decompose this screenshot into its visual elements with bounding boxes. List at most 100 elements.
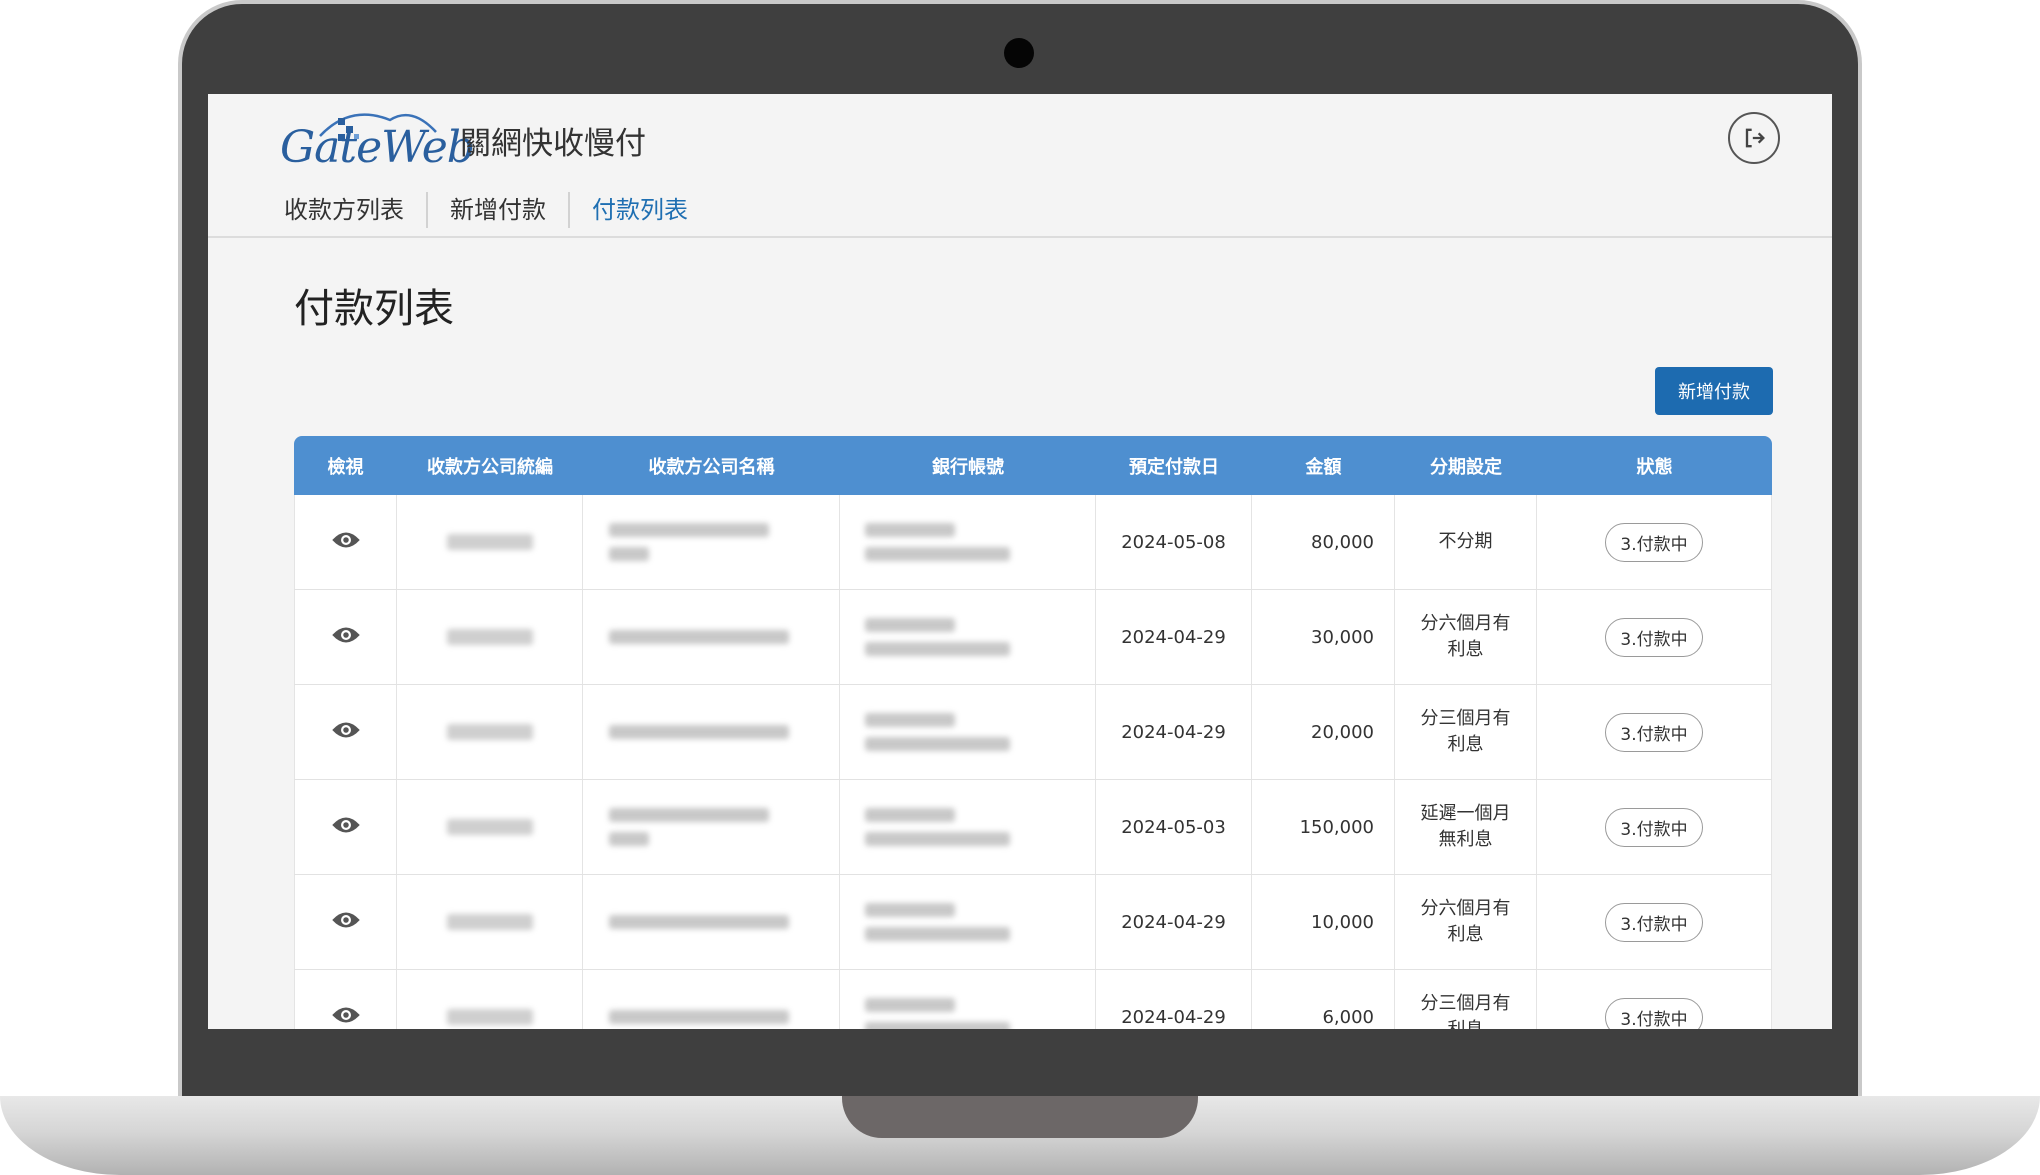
view-cell (294, 495, 397, 589)
amount-cell: 6,000 (1252, 970, 1395, 1029)
nav-new-payment[interactable]: 新增付款 (428, 192, 570, 228)
redacted-account (865, 998, 1070, 1029)
app-name: 關網快收慢付 (460, 126, 646, 162)
header-status: 狀態 (1636, 456, 1673, 478)
logout-button[interactable] (1728, 112, 1780, 164)
eye-icon[interactable] (331, 529, 361, 556)
table-row: 2024-05-03 150,000 延遲一個月 無利息 3.付款中 (294, 780, 1772, 875)
status-badge: 3.付款中 (1605, 902, 1703, 942)
installment-line: 分三個月有 (1420, 708, 1511, 729)
status-badge: 3.付款中 (1605, 617, 1703, 657)
redacted-account (865, 618, 1070, 656)
amount-cell: 150,000 (1252, 780, 1395, 874)
redacted-name (608, 808, 814, 846)
add-payment-button[interactable]: 新增付款 (1655, 367, 1773, 415)
nav-payee-list[interactable]: 收款方列表 (284, 192, 428, 228)
installment-cell: 分三個月有利息 (1395, 970, 1537, 1029)
payee-name-cell (583, 875, 840, 969)
installment-cell: 延遲一個月 無利息 (1395, 780, 1537, 874)
logout-icon (1745, 128, 1765, 148)
status-badge: 3.付款中 (1605, 712, 1703, 752)
status-cell: 3.付款中 (1537, 495, 1772, 589)
payee-tax-id-cell (397, 780, 583, 874)
installment-cell: 分六個月有 利息 (1395, 875, 1537, 969)
amount-cell: 80,000 (1252, 495, 1395, 589)
payee-tax-id-cell (397, 590, 583, 684)
nav-payment-list[interactable]: 付款列表 (570, 192, 710, 228)
table-row: 2024-05-08 80,000 不分期 3.付款中 (294, 495, 1772, 590)
status-badge: 3.付款中 (1605, 807, 1703, 847)
payee-tax-id-cell (397, 495, 583, 589)
table-row: 2024-04-296,000分三個月有利息3.付款中 (294, 970, 1772, 1029)
payment-date-cell: 2024-04-29 (1096, 685, 1252, 779)
redacted-name (608, 630, 814, 644)
redacted-name (608, 523, 814, 561)
eye-icon[interactable] (331, 624, 361, 651)
header-bank-account: 銀行帳號 (932, 456, 1004, 478)
payee-name-cell (583, 495, 840, 589)
header-amount: 金額 (1305, 456, 1342, 478)
camera-dot (1004, 38, 1034, 68)
main-nav: 收款方列表 新增付款 付款列表 (284, 190, 710, 230)
header-view: 檢視 (327, 456, 364, 478)
payee-name-cell (583, 685, 840, 779)
bank-account-cell (840, 590, 1096, 684)
payee-name-cell (583, 780, 840, 874)
amount-cell: 10,000 (1252, 875, 1395, 969)
eye-icon[interactable] (331, 1004, 361, 1030)
redacted-account (865, 808, 1070, 846)
status-cell: 3.付款中 (1537, 590, 1772, 684)
redacted-account (865, 903, 1070, 941)
payee-tax-id-cell (397, 685, 583, 779)
header: GateWeb 關網快收慢付 收款方列表 新增付款 付款列表 (208, 94, 1832, 238)
payment-date-cell: 2024-04-29 (1096, 970, 1252, 1029)
app-screen: GateWeb 關網快收慢付 收款方列表 新增付款 付款列表 付款列表 新增付款… (208, 94, 1832, 1029)
table-row: 2024-04-29 20,000 分三個月有 利息 3.付款中 (294, 685, 1772, 780)
redacted-account (865, 523, 1070, 561)
payment-date-cell: 2024-05-08 (1096, 495, 1252, 589)
status-cell: 3.付款中 (1537, 685, 1772, 779)
bank-account-cell (840, 685, 1096, 779)
installment-cell: 分三個月有利息 (1395, 685, 1537, 779)
status-cell: 3.付款中 (1537, 780, 1772, 874)
redacted-name (608, 1010, 814, 1024)
redacted-tax-id (446, 819, 533, 835)
status-badge: 3.付款中 (1605, 522, 1703, 562)
table-header: 檢視 收款方公司統編 收款方公司名稱 銀行帳號 預定付款日 金額 分期設定 狀態 (294, 436, 1772, 495)
redacted-name (608, 915, 814, 929)
redacted-tax-id (446, 914, 533, 930)
view-cell (294, 970, 397, 1029)
header-payee-name: 收款方公司名稱 (648, 456, 775, 478)
status-cell: 3.付款中 (1537, 970, 1772, 1029)
eye-icon[interactable] (331, 719, 361, 746)
view-cell (294, 590, 397, 684)
installment-cell: 分六個月有 利息 (1395, 590, 1537, 684)
table-body: 2024-05-08 80,000 不分期 3.付款中 2024-04-29 30,000… (294, 495, 1772, 1029)
installment-line: 無利息 (1438, 829, 1493, 850)
view-cell (294, 685, 397, 779)
installment-line: 利息 (1447, 639, 1484, 660)
installment-cell: 不分期 (1395, 495, 1537, 589)
payee-name-cell (583, 590, 840, 684)
eye-icon[interactable] (331, 909, 361, 936)
redacted-name (608, 725, 814, 739)
payment-date-cell: 2024-04-29 (1096, 875, 1252, 969)
installment-line: 利息 (1447, 924, 1484, 945)
payment-table: 檢視 收款方公司統編 收款方公司名稱 銀行帳號 預定付款日 金額 分期設定 狀態… (294, 436, 1772, 1029)
bank-account-cell (840, 970, 1096, 1029)
amount-cell: 30,000 (1252, 590, 1395, 684)
payee-tax-id-cell (397, 970, 583, 1029)
status-badge: 3.付款中 (1605, 997, 1703, 1029)
installment-line: 利息 (1448, 1017, 1484, 1029)
eye-icon[interactable] (331, 814, 361, 841)
redacted-tax-id (446, 724, 533, 740)
bank-account-cell (840, 495, 1096, 589)
table-row: 2024-04-29 10,000 分六個月有 利息 3.付款中 (294, 875, 1772, 970)
redacted-tax-id (446, 629, 533, 645)
bank-account-cell (840, 780, 1096, 874)
redacted-account (865, 713, 1070, 751)
installment-line: 分三個月有 (1420, 993, 1511, 1014)
payee-name-cell (583, 970, 840, 1029)
header-installment: 分期設定 (1430, 456, 1502, 478)
payment-date-cell: 2024-05-03 (1096, 780, 1252, 874)
